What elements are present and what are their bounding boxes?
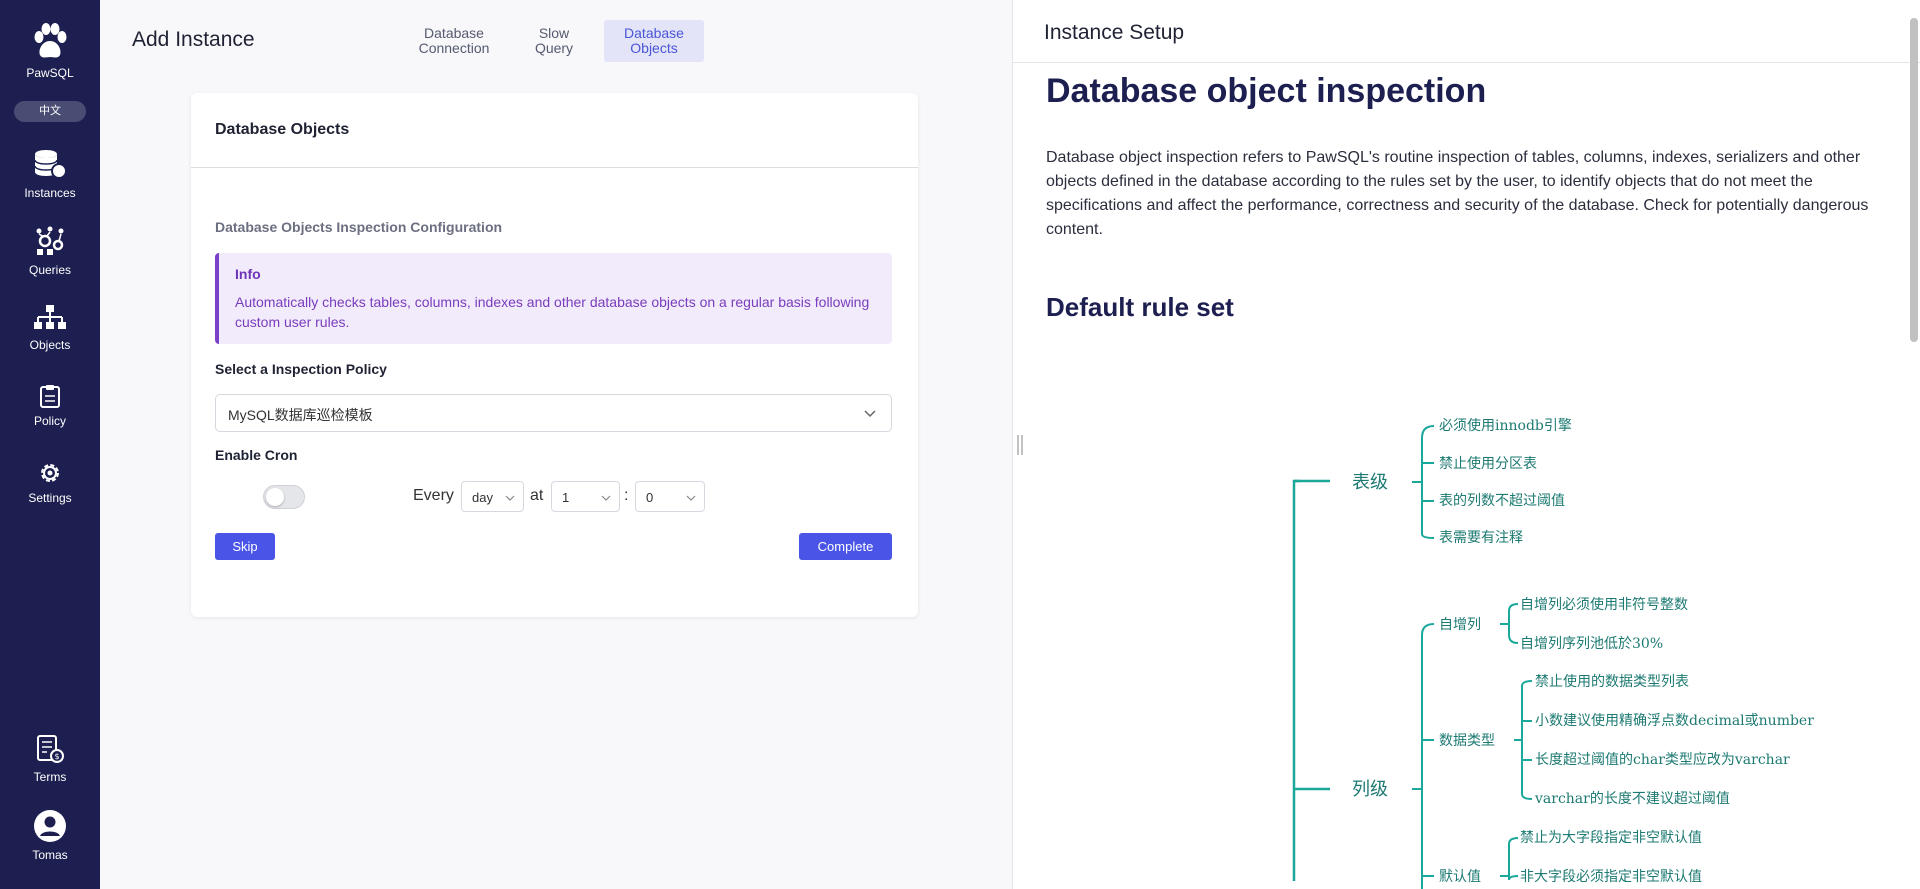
sidebar-item-label: Tomas [32, 848, 68, 862]
tab-database-connection[interactable]: Database Connection [404, 20, 504, 62]
sidebar-item-objects[interactable]: Objects [0, 304, 100, 352]
gear-icon [41, 464, 59, 482]
mindmap-node-auto-increment: 自增列 [1439, 617, 1481, 633]
step-tabs: Database Connection Slow Query Database … [404, 20, 704, 62]
skip-button[interactable]: Skip [215, 533, 275, 560]
sidebar-item-user[interactable]: Tomas [0, 810, 100, 862]
sidebar-item-label: Policy [33, 414, 66, 428]
sidebar-item-settings[interactable]: Settings [0, 461, 100, 505]
mindmap-leaf: 非大字段必须指定非空默认值 [1520, 869, 1702, 885]
sidebar-item-label: Objects [29, 338, 71, 352]
section-label: Database Objects Inspection Configuratio… [215, 219, 503, 235]
panel-header: Instance Setup [1013, 0, 1920, 63]
info-text: Automatically checks tables, columns, in… [235, 294, 870, 330]
clipboard-icon [40, 385, 60, 408]
svg-text:$: $ [54, 752, 59, 761]
every-label: Every [413, 487, 454, 504]
hour-select-value: 1 [562, 490, 570, 505]
minute-select[interactable]: 0 [635, 481, 705, 512]
tab-label-line: Database [424, 25, 484, 41]
sidebar-item-queries[interactable]: Queries [0, 225, 100, 277]
info-title: Info [235, 266, 261, 282]
panel-subheading: Default rule set [1046, 292, 1234, 322]
card-title: Database Objects [191, 93, 918, 168]
queries-icon [36, 226, 64, 255]
database-objects-card: Database Objects Database Objects Inspec… [191, 93, 918, 617]
info-alert: Info Automatically checks tables, column… [215, 253, 892, 344]
panel-paragraph: Database object inspection refers to Paw… [1046, 149, 1869, 238]
chevron-down-icon [864, 410, 876, 418]
policy-select[interactable]: MySQL数据库巡检模板 [215, 394, 892, 432]
mindmap-node-data-type: 数据类型 [1439, 733, 1495, 749]
cron-label: Enable Cron [215, 447, 298, 463]
minute-select-value: 0 [646, 490, 654, 505]
mindmap-leaf: 禁止使用分区表 [1439, 455, 1537, 472]
sidebar-item-label: Instances [24, 186, 76, 200]
terms-icon: $ [37, 735, 64, 763]
policy-select-value: MySQL数据库巡检模板 [228, 407, 373, 423]
time-separator: : [624, 487, 629, 504]
frequency-select-value: day [472, 490, 493, 505]
mindmap-leaf: 自增列必须使用非符号整数 [1520, 596, 1688, 613]
tab-label-line: Objects [630, 40, 678, 56]
mindmap-leaf: varchar的长度不建议超过阈值 [1534, 791, 1730, 807]
panel-scrollbar[interactable] [1910, 18, 1918, 342]
policy-label: Select a Inspection Policy [215, 361, 387, 377]
at-label: at [530, 487, 544, 504]
hour-select[interactable]: 1 [551, 481, 620, 512]
mindmap-leaf: 自增列序列池低於30% [1520, 636, 1663, 652]
mindmap-leaf: 表的列数不超过阈值 [1439, 493, 1565, 509]
sidebar-item-instances[interactable]: Instances [0, 148, 100, 200]
sidebar-item-label: Terms [33, 770, 67, 784]
hierarchy-icon [34, 305, 66, 329]
complete-button[interactable]: Complete [799, 533, 892, 560]
mindmap-leaf: 长度超过阈值的char类型应改为varchar [1535, 751, 1790, 768]
chevron-down-icon [686, 495, 696, 501]
sidebar-item-policy[interactable]: Policy [0, 384, 100, 428]
toggle-knob [266, 488, 284, 506]
mindmap-node-default-value: 默认值 [1439, 869, 1481, 885]
mindmap-leaf: 表需要有注释 [1439, 530, 1523, 546]
mindmap-node-column-level: 列级 [1352, 779, 1388, 800]
sidebar-item-terms[interactable]: $ Terms [0, 734, 100, 784]
sidebar: PawSQL 中文 Instances Queries Objects Poli… [0, 0, 100, 889]
mindmap-leaf: 必须使用innodb引擎 [1439, 417, 1572, 434]
user-avatar-icon [34, 810, 66, 842]
paw-icon [34, 23, 67, 58]
language-toggle[interactable]: 中文 [14, 101, 86, 122]
sidebar-item-label: Settings [28, 491, 72, 505]
tab-label-line: Query [534, 40, 574, 56]
tab-database-objects[interactable]: Database Objects [604, 20, 704, 62]
cron-toggle[interactable] [263, 485, 305, 509]
mindmap-leaf: 小数建议使用精确浮点数decimal或number [1535, 712, 1814, 729]
tab-slow-query[interactable]: Slow Query [504, 20, 604, 62]
frequency-select[interactable]: day [461, 481, 524, 512]
panel-heading: Database object inspection [1046, 72, 1487, 110]
database-icon [34, 150, 67, 179]
brand-logo[interactable]: PawSQL [0, 22, 100, 80]
tab-label-line: Database [624, 25, 684, 41]
mindmap-leaf: 禁止使用的数据类型列表 [1535, 673, 1689, 690]
rule-set-mindmap: 表级 必须使用innodb引擎 禁止使用分区表 表的列数不超过阈值 表需要有注释… [1292, 417, 1814, 889]
chevron-down-icon [505, 495, 515, 501]
sidebar-item-label: Queries [28, 263, 72, 277]
mindmap-node-table-level: 表级 [1352, 472, 1388, 493]
brand-name: PawSQL [26, 66, 74, 80]
tab-label-line: Connection [418, 40, 490, 56]
mindmap-leaf: 禁止为大字段指定非空默认值 [1520, 830, 1702, 846]
chevron-down-icon [601, 495, 611, 501]
page-title: Add Instance [132, 28, 255, 51]
tab-label-line: Slow [538, 25, 570, 41]
